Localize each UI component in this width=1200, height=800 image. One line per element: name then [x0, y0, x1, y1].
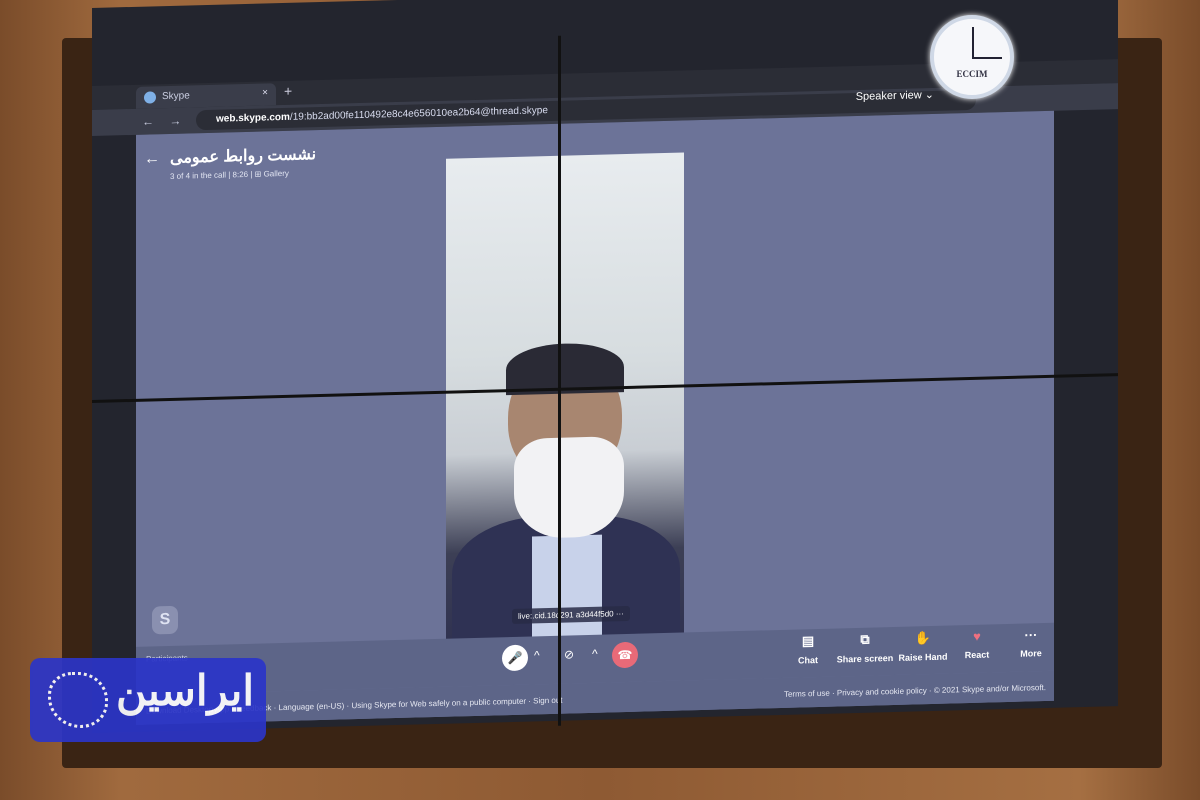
video-wall-screen: Skype × + ← → ⟳ web.skype.com/19:bb2ad00f…	[92, 0, 1118, 734]
watermark-text: ایراسین	[116, 667, 255, 714]
url-host: web.skype.com	[216, 111, 290, 125]
person-mask	[514, 436, 624, 539]
mic-options-chevron[interactable]: ^	[534, 648, 540, 662]
microphone-button[interactable]: 🎤	[502, 644, 528, 672]
participant-name-label[interactable]: live:.cid.18d291 a3d44f5d0 ···	[512, 605, 630, 625]
tab-title: Skype	[162, 90, 190, 103]
bezel-vertical	[558, 35, 561, 726]
chat-label: Chat	[798, 654, 818, 666]
skype-call-view: ← نشست روابط عمومی 3 of 4 in the call | …	[136, 89, 1054, 725]
speaker-view-dropdown[interactable]: Speaker view ⌄	[856, 88, 934, 103]
hour-hand	[972, 57, 1002, 59]
participant-video: live:.cid.18d291 a3d44f5d0 ···	[446, 152, 684, 653]
raise-hand-label: Raise Hand	[898, 651, 948, 663]
call-title: نشست روابط عمومی	[170, 146, 317, 167]
more-icon: ···	[1024, 627, 1038, 643]
camera-off-button[interactable]: ⊘	[564, 647, 574, 661]
close-tab-icon[interactable]: ×	[262, 87, 268, 98]
skype-logo-icon: S	[152, 605, 178, 635]
clock-brand: ECCIM	[956, 69, 988, 79]
url-path: /19:bb2ad00fe110492e8c4e656010ea2b64@thr…	[289, 105, 548, 123]
hang-up-button[interactable]: ☎	[612, 641, 638, 669]
skype-icon	[144, 91, 156, 104]
footer-links-right[interactable]: Terms of use · Privacy and cookie policy…	[784, 683, 1046, 699]
more-label: More	[1020, 648, 1042, 659]
new-tab-button[interactable]: +	[284, 83, 292, 99]
watermark-logo: ایراسین	[30, 658, 266, 742]
more-button[interactable]: ··· More	[996, 626, 1066, 659]
call-subtitle: 3 of 4 in the call | 8:26 | ⊞ Gallery	[170, 168, 289, 181]
react-label: React	[964, 649, 990, 661]
video-options-chevron[interactable]: ^	[592, 647, 598, 661]
minute-hand	[972, 27, 974, 59]
iran-map-icon	[48, 672, 108, 728]
wall-clock: ECCIM	[930, 15, 1014, 99]
back-arrow-icon[interactable]: ←	[144, 150, 160, 168]
share-screen-label: Share screen	[836, 653, 894, 665]
